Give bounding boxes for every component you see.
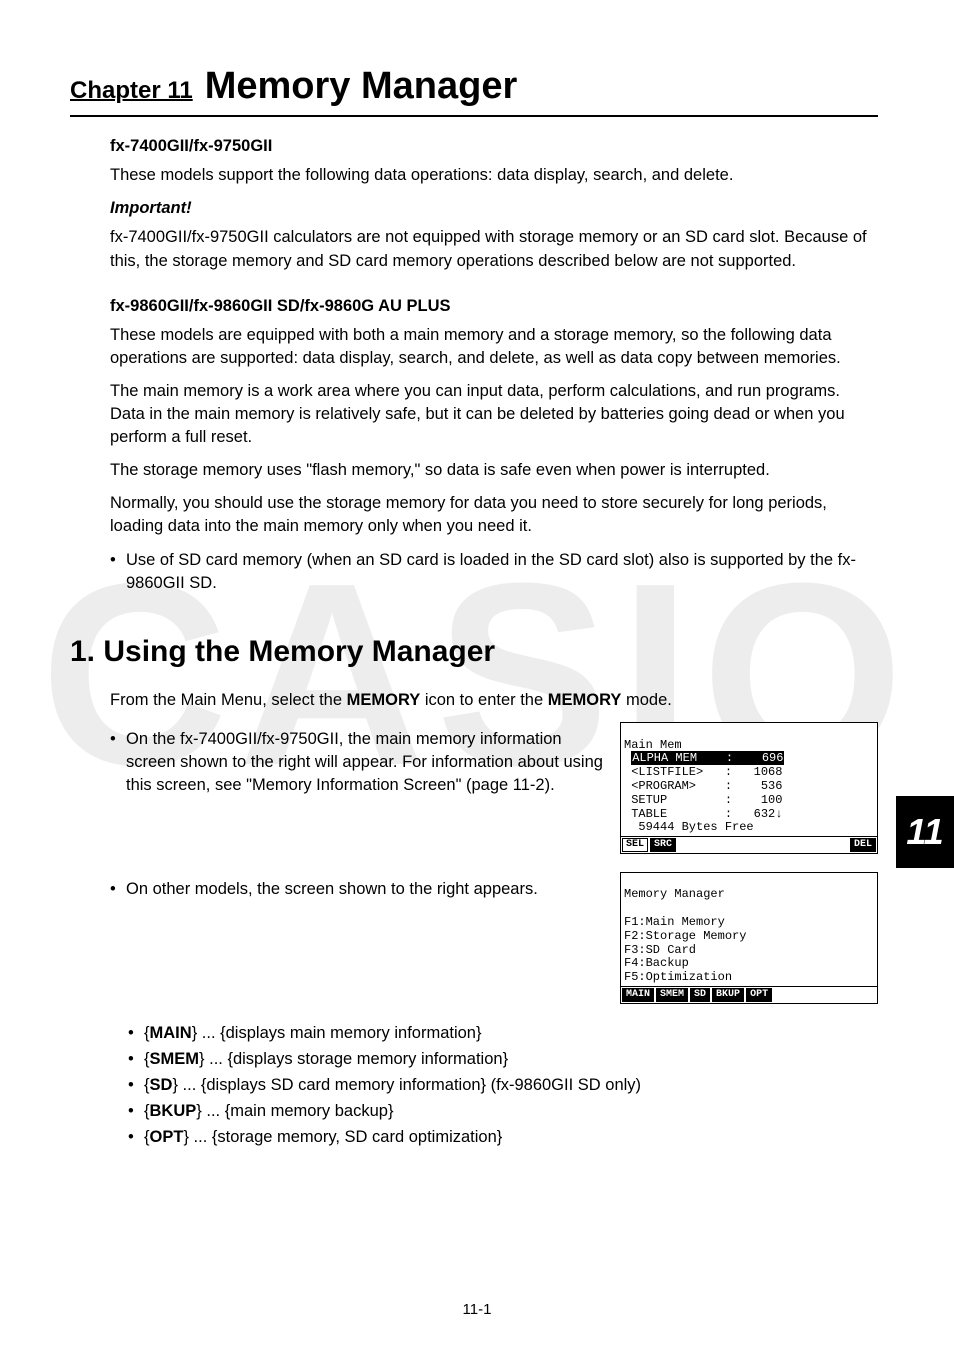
- s1-r5a: TABLE: [624, 807, 667, 821]
- menu-desc: ... {storage memory, SD card optimizatio…: [189, 1128, 502, 1146]
- chapter-header: Chapter 11 Memory Manager: [70, 60, 878, 117]
- bullet-screen2: • On other models, the screen shown to t…: [110, 878, 606, 901]
- menu-item: • {SMEM} ... {displays storage memory in…: [128, 1048, 878, 1071]
- s2-key-smem: SMEM: [656, 988, 688, 1002]
- s1-sel-val: 696: [762, 751, 784, 765]
- menu-desc: ... {displays main memory information}: [197, 1024, 481, 1042]
- s1-sel-label: ALPHA MEM: [632, 751, 697, 765]
- s1-r3a: <PROGRAM>: [624, 779, 696, 793]
- s2-key-main: MAIN: [622, 988, 654, 1002]
- s2-softkeys: MAINSMEMSDBKUPOPT: [621, 986, 877, 1003]
- bullet-icon: •: [110, 549, 126, 595]
- s2-l1: Memory Manager: [624, 887, 725, 901]
- menu-text: {BKUP} ... {main memory backup}: [144, 1100, 878, 1123]
- model-b-p3: The storage memory uses "flash memory," …: [110, 459, 878, 482]
- model-b-p2: The main memory is a work area where you…: [110, 380, 878, 449]
- row-screen1: • On the fx-7400GII/fx-9750GII, the main…: [110, 722, 878, 854]
- menu-item: • {OPT} ... {storage memory, SD card opt…: [128, 1126, 878, 1149]
- calc-screen-mainmem: Main Mem ALPHA MEM : 696 <LISTFILE> : 10…: [620, 722, 878, 854]
- menu-key: SMEM: [150, 1050, 200, 1068]
- chapter-label: Chapter 11: [70, 74, 193, 108]
- s2-l5: F4:Backup: [624, 956, 689, 970]
- intro-pre: From the Main Menu, select the: [110, 691, 347, 709]
- s2-l4: F3:SD Card: [624, 943, 696, 957]
- intro-mem2: MEMORY: [548, 691, 622, 709]
- section2-intro: From the Main Menu, select the MEMORY ic…: [110, 689, 878, 712]
- page: Chapter 11 Memory Manager fx-7400GII/fx-…: [0, 0, 954, 1350]
- model-b-p1: These models are equipped with both a ma…: [110, 324, 878, 370]
- important-text: fx-7400GII/fx-9750GII calculators are no…: [110, 226, 878, 272]
- s2-key-opt: OPT: [746, 988, 772, 1002]
- menu-key: MAIN: [150, 1024, 192, 1042]
- menu-desc: ... {displays SD card memory information…: [178, 1076, 641, 1094]
- spacer: [678, 838, 848, 852]
- model-a-p1: These models support the following data …: [110, 164, 878, 187]
- bullet-screen1-text: On the fx-7400GII/fx-9750GII, the main m…: [126, 728, 606, 797]
- menu-key: SD: [150, 1076, 173, 1094]
- menu-text: {OPT} ... {storage memory, SD card optim…: [144, 1126, 878, 1149]
- chapter-tab: 11: [896, 796, 954, 868]
- menu-text: {MAIN} ... {displays main memory informa…: [144, 1022, 878, 1045]
- bullet-icon: •: [128, 1126, 144, 1149]
- bullet-screen2-text: On other models, the screen shown to the…: [126, 878, 606, 901]
- page-number: 11-1: [0, 1299, 954, 1320]
- menu-key: OPT: [150, 1128, 184, 1146]
- s1-r2b: 1068: [754, 765, 783, 779]
- menu-text: {SD} ... {displays SD card memory inform…: [144, 1074, 878, 1097]
- content: fx-7400GII/fx-9750GII These models suppo…: [70, 135, 878, 1149]
- section-heading: 1. Using the Memory Manager: [70, 631, 878, 673]
- menu-desc: ... {displays storage memory information…: [205, 1050, 509, 1068]
- intro-mem1: MEMORY: [347, 691, 421, 709]
- model-b-heading: fx-9860GII/fx-9860GII SD/fx-9860G AU PLU…: [110, 295, 878, 318]
- menu-item: • {BKUP} ... {main memory backup}: [128, 1100, 878, 1123]
- intro-mid: icon to enter the: [420, 691, 548, 709]
- row-screen2: • On other models, the screen shown to t…: [110, 872, 878, 1004]
- s2-l6: F5:Optimization: [624, 970, 732, 984]
- calc-screen-manager: Memory Manager F1:Main Memory F2:Storage…: [620, 872, 878, 1004]
- menu-text: {SMEM} ... {displays storage memory info…: [144, 1048, 878, 1071]
- s1-r4b: 100: [761, 793, 783, 807]
- s1-r2a: <LISTFILE>: [624, 765, 703, 779]
- s2-key-bkup: BKUP: [712, 988, 744, 1002]
- bullet-icon: •: [110, 878, 126, 901]
- chapter-title: Memory Manager: [205, 60, 518, 113]
- model-b-bullet: • Use of SD card memory (when an SD card…: [110, 549, 878, 595]
- bullet-screen1: • On the fx-7400GII/fx-9750GII, the main…: [110, 728, 606, 797]
- menu-list: • {MAIN} ... {displays main memory infor…: [128, 1022, 878, 1149]
- s2-l3: F2:Storage Memory: [624, 929, 746, 943]
- bullet-icon: •: [128, 1048, 144, 1071]
- important-label: Important!: [110, 197, 878, 220]
- s1-key-sel: SEL: [622, 838, 648, 852]
- s2-l2: F1:Main Memory: [624, 915, 725, 929]
- menu-key: BKUP: [150, 1102, 197, 1120]
- s1-key-del: DEL: [850, 838, 876, 852]
- intro-post: mode.: [621, 691, 671, 709]
- s1-softkeys: SELSRC DEL: [621, 836, 877, 853]
- s1-selected-row: ALPHA MEM : 696: [631, 751, 784, 765]
- s2-key-sd: SD: [690, 988, 710, 1002]
- bullet-icon: •: [110, 728, 126, 797]
- model-a-heading: fx-7400GII/fx-9750GII: [110, 135, 878, 158]
- s1-r5b: 632↓: [754, 807, 783, 821]
- s1-r4a: SETUP: [624, 793, 667, 807]
- bullet-icon: •: [128, 1022, 144, 1045]
- model-b-bullet-text: Use of SD card memory (when an SD card i…: [126, 549, 878, 595]
- bullet-icon: •: [128, 1100, 144, 1123]
- bullet-icon: •: [128, 1074, 144, 1097]
- model-b-p4: Normally, you should use the storage mem…: [110, 492, 878, 538]
- menu-item: • {MAIN} ... {displays main memory infor…: [128, 1022, 878, 1045]
- s1-l1: Main Mem: [624, 738, 682, 752]
- s1-key-src: SRC: [650, 838, 676, 852]
- s1-free: 59444 Bytes Free: [624, 820, 754, 834]
- menu-item: • {SD} ... {displays SD card memory info…: [128, 1074, 878, 1097]
- s1-r3b: 536: [761, 779, 783, 793]
- menu-desc: ... {main memory backup}: [202, 1102, 394, 1120]
